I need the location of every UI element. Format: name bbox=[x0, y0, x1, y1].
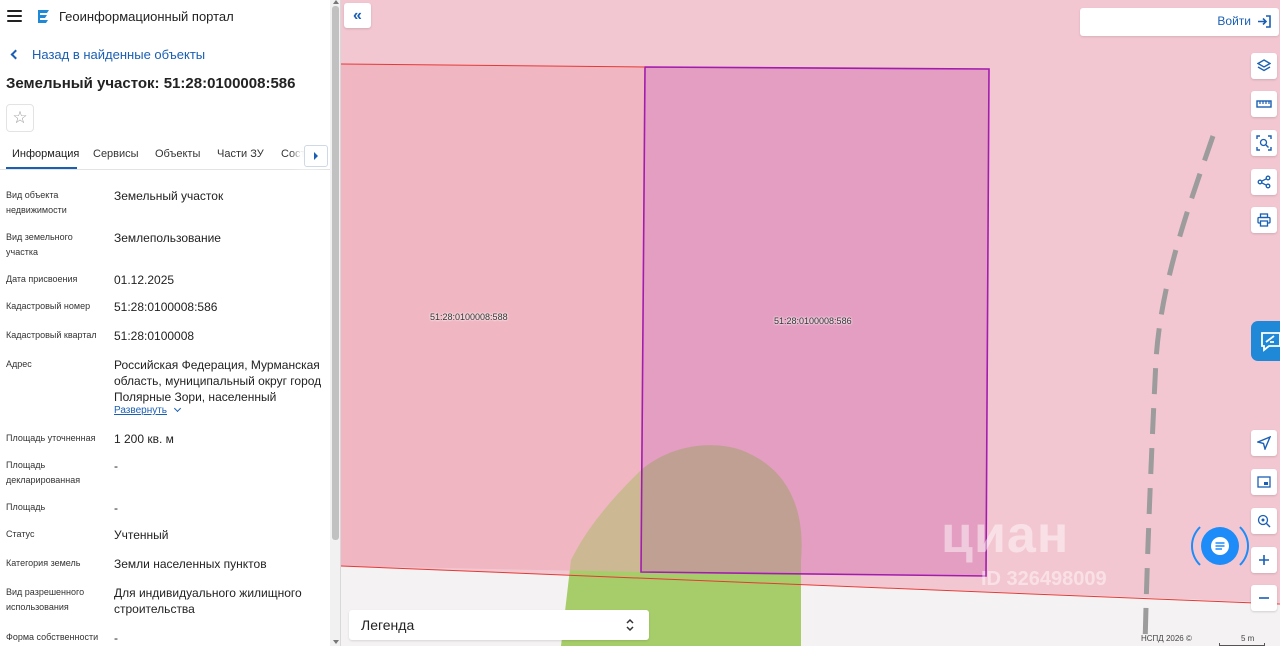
minimap-icon bbox=[1257, 476, 1271, 488]
property-value: Землепользование bbox=[114, 231, 221, 245]
tab-objects[interactable]: Объекты bbox=[155, 148, 200, 160]
property-value: 51:28:0100008:586 bbox=[114, 300, 218, 314]
sidebar-header: Геоинформационный портал bbox=[0, 0, 330, 34]
property-value: Российская Федерация, Мурманская область… bbox=[114, 358, 322, 404]
layers-button[interactable] bbox=[1251, 53, 1277, 79]
print-icon bbox=[1257, 213, 1271, 227]
portal-logo-icon bbox=[38, 10, 49, 23]
tab-bar: Информация Сервисы Объекты Части ЗУ Сост… bbox=[0, 140, 330, 170]
scroll-up-icon[interactable] bbox=[333, 0, 339, 4]
sidebar-scrollbar[interactable] bbox=[330, 0, 340, 646]
active-tab-indicator bbox=[6, 167, 77, 169]
tab-services[interactable]: Сервисы bbox=[93, 148, 139, 160]
legend-dropdown[interactable]: Легенда bbox=[349, 610, 649, 640]
collapse-sidebar-button[interactable]: « bbox=[344, 3, 371, 28]
ruler-icon bbox=[1256, 100, 1272, 108]
property-label: Кадастровый номер bbox=[6, 301, 91, 311]
property-value: Земельный участок bbox=[114, 189, 224, 203]
minimap-button[interactable] bbox=[1251, 469, 1277, 495]
geo-search-button[interactable] bbox=[1251, 508, 1277, 534]
expand-label: Развернуть bbox=[114, 405, 168, 416]
property-value: - bbox=[114, 631, 118, 645]
property-label: Вид объекта недвижимости bbox=[6, 190, 67, 215]
property-value: Для индивидуального жилищного строительс… bbox=[114, 586, 302, 616]
scroll-down-icon[interactable] bbox=[333, 640, 339, 644]
property-label: Категория земель bbox=[6, 558, 81, 568]
scale-label: 5 m bbox=[1241, 634, 1255, 643]
property-label: Площадь bbox=[6, 502, 46, 512]
property-label: Статус bbox=[6, 529, 35, 539]
area-select-button[interactable] bbox=[1251, 130, 1277, 156]
locate-button[interactable] bbox=[1251, 430, 1277, 456]
chevron-up-down-icon bbox=[626, 618, 634, 632]
tabs-scroll-right-button[interactable] bbox=[304, 145, 328, 167]
login-bar: Войти bbox=[1080, 8, 1279, 36]
area-select-icon bbox=[1256, 135, 1272, 151]
back-link-label: Назад в найденные объекты bbox=[32, 47, 206, 62]
locate-icon bbox=[1257, 436, 1271, 450]
chevron-down-icon bbox=[173, 404, 182, 413]
expand-address-link[interactable]: Развернуть bbox=[114, 404, 182, 416]
property-label: Вид земельного участка bbox=[6, 232, 73, 257]
property-label: Площадь уточненная bbox=[6, 433, 96, 443]
star-icon: ☆ bbox=[12, 108, 28, 127]
property-value: Учтенный bbox=[114, 528, 169, 542]
double-chevron-left-icon: « bbox=[353, 6, 362, 24]
property-label: Вид разрешенного использования bbox=[6, 587, 85, 612]
zoom-out-icon bbox=[1259, 597, 1269, 599]
login-button[interactable]: Войти bbox=[1217, 14, 1271, 28]
property-label: Дата присвоения bbox=[6, 274, 78, 284]
sidebar: Геоинформационный портал Назад в найденн… bbox=[0, 0, 341, 646]
property-label: Адрес bbox=[6, 359, 32, 369]
print-button[interactable] bbox=[1251, 207, 1277, 233]
chat-icon bbox=[1211, 537, 1229, 555]
portal-title: Геоинформационный портал bbox=[59, 9, 234, 24]
property-value: Земли населенных пунктов bbox=[114, 557, 267, 571]
property-value: 51:28:0100008 bbox=[114, 329, 195, 343]
parcel-label-588: 51:28:0100008:588 bbox=[430, 312, 508, 322]
map-attribution: НСПД 2026 © bbox=[1141, 634, 1192, 643]
property-value: 1 200 кв. м bbox=[114, 432, 174, 446]
favorite-button[interactable]: ☆ bbox=[6, 104, 34, 132]
geo-search-icon bbox=[1257, 514, 1271, 528]
legend-label: Легенда bbox=[361, 617, 415, 633]
chat-button[interactable] bbox=[1201, 527, 1239, 565]
zoom-in-icon bbox=[1259, 555, 1269, 565]
property-label: Площадь декларированная bbox=[6, 460, 81, 485]
watermark: циан bbox=[941, 505, 1069, 565]
login-icon bbox=[1258, 14, 1271, 28]
zoom-out-button[interactable] bbox=[1251, 585, 1277, 611]
layers-icon bbox=[1257, 59, 1271, 72]
menu-icon[interactable] bbox=[7, 10, 22, 22]
object-title: Земельный участок: 51:28:0100008:586 bbox=[6, 75, 296, 92]
parcel-label-586: 51:28:0100008:586 bbox=[774, 316, 852, 326]
tab-info[interactable]: Информация bbox=[12, 148, 79, 160]
property-value: - bbox=[114, 459, 118, 473]
watermark-text: циан bbox=[941, 506, 1070, 564]
ruler-button[interactable] bbox=[1251, 91, 1277, 117]
arrow-right-icon bbox=[314, 152, 318, 160]
share-button[interactable] bbox=[1251, 169, 1277, 195]
back-to-results-link[interactable]: Назад в найденные объекты bbox=[8, 47, 205, 62]
login-label: Войти bbox=[1217, 14, 1251, 28]
feedback-widget-icon bbox=[1261, 332, 1280, 352]
scrollbar-thumb[interactable] bbox=[332, 6, 339, 540]
property-label: Кадастровый квартал bbox=[6, 330, 97, 340]
property-value: 01.12.2025 bbox=[114, 273, 175, 287]
watermark-id: ID 326498009 bbox=[981, 568, 1107, 590]
map-canvas[interactable]: 51:28:0100008:588 51:28:0100008:586 циан… bbox=[341, 0, 1280, 646]
tab-parts[interactable]: Части ЗУ bbox=[217, 148, 264, 160]
side-widget-button[interactable] bbox=[1251, 321, 1280, 361]
property-value: - bbox=[114, 501, 118, 515]
chevron-left-icon bbox=[10, 49, 21, 60]
property-label: Форма собственности bbox=[6, 632, 99, 642]
zoom-in-button[interactable] bbox=[1251, 547, 1277, 573]
share-icon bbox=[1257, 175, 1271, 189]
